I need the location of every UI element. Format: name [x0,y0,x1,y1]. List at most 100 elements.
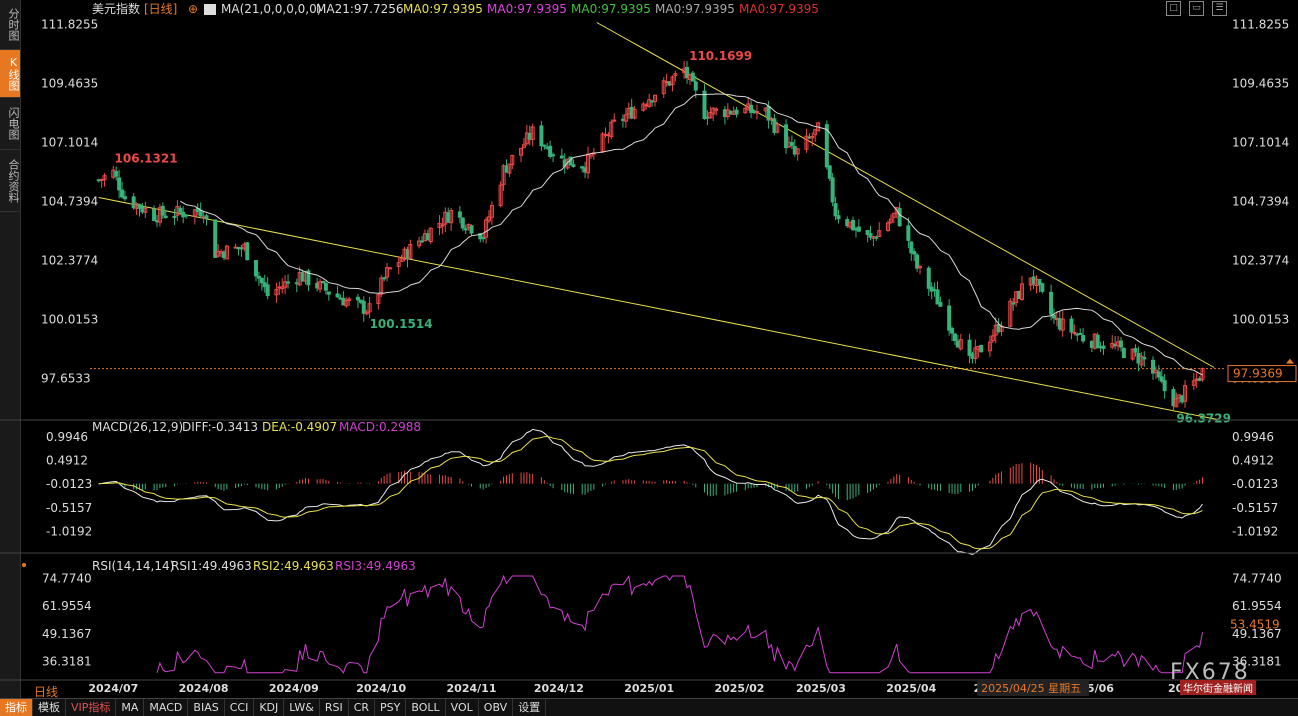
candle-body [463,228,468,231]
price-arrow-icon [1286,358,1294,364]
candle-body [178,207,183,213]
indicator-tab-4[interactable]: MACD [144,699,189,716]
price-annotation-1: 106.1321 [115,152,178,166]
indicator-tab-1[interactable]: 模板 [33,699,66,716]
indicator-tab-14[interactable]: OBV [479,699,514,716]
candle-body [906,225,911,241]
indicator-tab-12[interactable]: BOLL [406,699,446,716]
candle-body [254,260,259,277]
date-tick: 2025/02 [714,682,764,695]
chart-canvas: 美元指数 [日线] ⊕ MA(21,0,0,0,0,0) MA21:97.725… [0,1,1298,696]
candle-body [690,72,695,82]
price-tick-right: 100.0153 [1232,313,1289,327]
window-controls: □ ▭ ☰ [1166,1,1227,16]
date-tick: 2024/12 [534,682,584,695]
indicator-tab-11[interactable]: PSY [375,699,407,716]
ma0-value-1: MA0:97.9395 [487,2,567,16]
macd-tick-right: -0.5157 [1232,501,1278,515]
candle-body [1162,380,1167,392]
candle-body [355,296,360,301]
candle-body [457,211,462,218]
candle-body [789,141,794,146]
candle-body [198,209,203,217]
date-tick: 2025/01 [624,682,674,695]
macd-tick-right: 0.4912 [1232,454,1274,468]
candle-body [361,300,366,314]
rsi-current-label: 53.4519 [1230,618,1280,632]
candle-body [1011,302,1016,305]
price-tick-right: 107.1014 [1232,135,1289,149]
current-price-label: 97.9369 [1233,367,1283,381]
indicator-tab-6[interactable]: CCI [225,699,255,716]
candle-body [926,267,931,289]
indicator-tab-bar: 指标 模板 VIP指标 MA MACD BIAS CCI KDJ LW& RSI CR PSY BOLL… [0,698,1298,716]
indicator-tab-2[interactable]: VIP指标 [66,699,117,716]
rsi-tick-left: 74.7740 [42,572,92,586]
settings-icon[interactable] [204,4,216,15]
date-highlight: 2025/04/25 星期五 [981,682,1081,695]
candle-body [1101,345,1106,349]
date-tick: 2025/03 [796,682,846,695]
candle-body [950,327,955,334]
indicator-tab-13[interactable]: VOL [446,699,479,716]
rsi-marker-icon [22,563,26,567]
price-tick-left: 109.4635 [41,76,98,90]
macd-tick-right: -1.0192 [1232,525,1278,539]
indicator-tab-9[interactable]: RSI [320,699,349,716]
macd-tick-right: 0.9946 [1232,430,1274,444]
indicator-tab-8[interactable]: LW& [284,699,320,716]
indicator-tab-3[interactable]: MA [116,699,145,716]
indicator-tab-10[interactable]: CR [349,699,376,716]
candle-body [256,275,261,279]
candle-body [874,236,879,239]
macd-diff-line [98,428,1203,556]
candle-body [120,189,125,198]
ma21-line [180,93,1203,376]
period-tag: [日线] [144,2,177,16]
candle-body [245,242,250,261]
candle-body [851,219,856,231]
candle-body [1118,340,1123,348]
candle-body [117,177,122,191]
price-annotation-3: 96.3729 [1176,412,1231,426]
candle-body [1133,348,1138,353]
macd-tick-left: -0.5157 [46,501,92,515]
candle-body [440,224,445,227]
candle-body [387,267,392,270]
date-tick: 2024/11 [447,682,497,695]
candle-body [323,282,328,291]
indicator-tab-15[interactable]: 设置 [513,699,547,716]
candle-body [947,305,952,331]
indicator-tab-5[interactable]: BIAS [188,699,225,716]
menu-icon[interactable]: ☰ [1212,1,1227,16]
candle-body [833,203,838,217]
candle-body [551,154,556,157]
price-tick-left: 100.0153 [41,313,98,327]
candle-body [539,125,544,147]
candle-body [734,109,739,115]
indicator-tab-7[interactable]: KDJ [254,699,285,716]
date-tick: 2024/07 [88,682,138,695]
candle-body [542,144,547,147]
candle-body [912,251,917,255]
ma-params: MA(21,0,0,0,0,0) [221,2,321,16]
candle-body [571,164,576,168]
candle-body [952,333,957,342]
rsi-header-2: RSI2:49.4963 [253,559,334,573]
restore-icon[interactable]: □ [1166,1,1181,16]
add-indicator-icon[interactable]: ⊕ [188,2,198,16]
date-tick: 2025/04 [886,682,936,695]
candle-body [938,301,943,307]
layout-icon[interactable]: ▭ [1189,1,1204,16]
price-tick-right: 102.3774 [1232,254,1289,268]
trendline-1 [596,22,1215,368]
candle-body [1078,332,1083,335]
macd-tick-right: -0.0123 [1232,477,1278,491]
rsi-header-1: RSI1:49.4963 [171,559,252,573]
candle-body [469,225,474,234]
candle-body [693,81,698,91]
symbol-name: 美元指数 [92,1,140,16]
indicator-tab-0[interactable]: 指标 [0,699,33,716]
candle-body [204,215,209,219]
candle-body [163,215,168,219]
